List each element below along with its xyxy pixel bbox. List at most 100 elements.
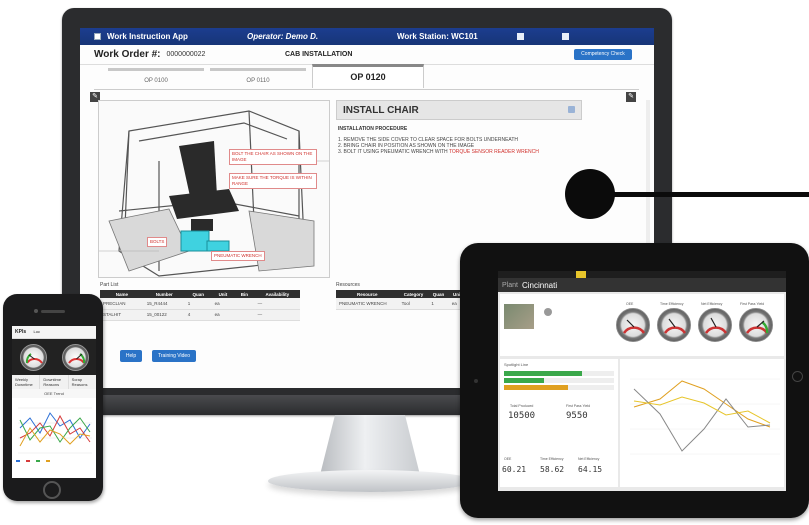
spotlight-panel: Spotlight Line Total Produced 10500 Firs… <box>500 359 618 487</box>
phone-chart-title: OEE Trend <box>12 389 96 398</box>
progress-bar-green <box>504 378 544 383</box>
tablet-screen: Plant Cincinnati OEE Time Efficiency Net… <box>498 271 786 491</box>
gauge-label-fpy: First Pass Yield <box>740 302 765 306</box>
avatar <box>544 308 552 316</box>
cell-unit: ea <box>211 309 235 321</box>
phone-header: KPIs Loc <box>12 326 96 339</box>
app-header: Work Instruction App Operator: Demo D. W… <box>80 28 654 45</box>
cell-bin <box>234 298 255 310</box>
plant-name: Cincinnati <box>521 280 558 290</box>
logout-icon[interactable] <box>562 33 569 40</box>
pointer-dot <box>565 169 615 219</box>
phone-subtitle: Loc <box>33 329 40 334</box>
procedure-text: 1. REMOVE THE SIDE COVER TO CLEAR SPACE … <box>336 137 582 155</box>
cell-category: Tool <box>398 298 429 310</box>
training-video-button[interactable]: Training Video <box>152 350 196 362</box>
tab-scrap-reasons[interactable]: Scrap Reasons <box>68 375 96 389</box>
gauge-net-efficiency <box>698 308 732 342</box>
col-quan: Quan <box>428 290 449 298</box>
col-availability: Availability <box>254 290 300 298</box>
gauge-label-net: Net Efficiency <box>701 302 723 306</box>
tablet-nav-bar <box>498 271 786 278</box>
plant-photo <box>504 304 534 329</box>
tablet-home-button[interactable] <box>792 371 803 382</box>
first-pass-label: First Pass Yield <box>566 404 591 408</box>
col-number: Number <box>143 290 185 298</box>
collapse-icon[interactable] <box>568 106 575 113</box>
phone-device: KPIs Loc Weekly Downtime Downtime Reason… <box>3 294 103 501</box>
pointer-line <box>612 192 809 197</box>
tab-weekly-downtime[interactable]: Weekly Downtime <box>12 375 40 389</box>
help-button[interactable]: Help <box>120 350 142 362</box>
net-eff-label: Net Efficiency <box>578 457 600 461</box>
gauge-time-efficiency <box>657 308 691 342</box>
procedure-label: INSTALLATION PROCEDURE <box>338 126 408 132</box>
cell-availability: — <box>254 298 300 310</box>
gauge-label-oee: OEE <box>626 302 634 306</box>
phone-gauges <box>12 339 96 375</box>
oee-label: OEE <box>504 457 512 461</box>
plant-header: Plant Cincinnati <box>498 278 786 292</box>
station-label: Work Station: WC101 <box>397 32 478 41</box>
gauge-oee <box>616 308 650 342</box>
oee-value: 60.21 <box>502 465 527 474</box>
marketing-collage: Work Instruction App Operator: Demo D. W… <box>0 0 809 525</box>
phone-camera <box>34 309 38 313</box>
time-eff-value: 58.62 <box>540 465 565 474</box>
table-row[interactable]: STALHIT 15_00122 4 ea — <box>100 309 300 321</box>
resources-label: Resources <box>336 282 360 288</box>
gauge-icon <box>19 343 47 371</box>
col-unit: Unit <box>211 290 235 298</box>
resources-header: Resource Category Quan Unit <box>336 290 466 298</box>
operation-tabs: OP 0100 OP 0110 OP 0120 <box>108 64 424 88</box>
phone-screen: KPIs Loc Weekly Downtime Downtime Reason… <box>12 326 96 478</box>
part-list-header: Name Number Quan Unit Bin Availability <box>100 290 300 298</box>
tab-op-0120[interactable]: OP 0120 <box>312 64 424 88</box>
instruction-title: INSTALL CHAIR <box>343 105 419 116</box>
table-row[interactable]: PRECLIAN 15_R4444 1 ea — <box>100 298 300 310</box>
col-name: Name <box>100 290 144 298</box>
cell-number: 15_R4444 <box>143 298 185 310</box>
cell-availability: — <box>254 309 300 321</box>
progress-bar-green <box>504 371 582 376</box>
tablet-trend-chart <box>620 359 784 487</box>
phone-tabs: Weekly Downtime Downtime Reasons Scrap R… <box>12 375 96 389</box>
cell-unit: ea <box>211 298 235 310</box>
competency-check-button[interactable]: Competency Check <box>574 49 632 60</box>
cell-number: 15_00122 <box>143 309 185 321</box>
col-quan: Quan <box>184 290 212 298</box>
instruction-header: INSTALL CHAIR <box>336 100 582 120</box>
instruction-image: BOLT THE CHAIR AS SHOWN ON THE IMAGE MAK… <box>98 100 330 278</box>
col-bin: Bin <box>234 290 255 298</box>
notification-icon[interactable] <box>517 33 524 40</box>
cell-name: STALHIT <box>100 309 144 321</box>
phone-legend <box>12 458 96 463</box>
cell-name: PRECLIAN <box>100 298 144 310</box>
home-button[interactable] <box>43 481 61 499</box>
expand-instruction-icon[interactable]: ✎ <box>626 92 636 102</box>
col-resource: Resource <box>336 290 399 298</box>
phone-trend-chart <box>12 398 96 458</box>
tab-op-0110[interactable]: OP 0110 <box>210 68 306 86</box>
procedure-highlight[interactable]: TORQUE SENSOR READER WRENCH <box>449 149 539 155</box>
total-produced-label: Total Produced <box>510 404 534 408</box>
total-produced-value: 10500 <box>508 411 536 421</box>
first-pass-value: 9550 <box>566 411 588 421</box>
active-nav-item[interactable] <box>576 271 586 278</box>
operator-label: Operator: Demo D. <box>247 32 319 41</box>
gauge-icon <box>61 343 89 371</box>
cell-quan: 4 <box>184 309 212 321</box>
cell-quan: 1 <box>428 298 449 310</box>
monitor-stand-base <box>268 470 473 492</box>
time-eff-label: Time Efficiency <box>540 457 564 461</box>
tab-downtime-reasons[interactable]: Downtime Reasons <box>40 375 68 389</box>
tab-op-0100[interactable]: OP 0100 <box>108 68 204 86</box>
gauge-first-pass-yield <box>739 308 773 342</box>
resources-table: Resource Category Quan Unit PNEUMATIC WR… <box>336 290 466 310</box>
gauge-label-time: Time Efficiency <box>660 302 684 306</box>
cell-quan: 1 <box>184 298 212 310</box>
table-row[interactable]: PNEUMATIC WRENCH Tool 1 ea <box>336 298 466 310</box>
work-order-value: 0000000022 <box>166 51 206 58</box>
cell-resource: PNEUMATIC WRENCH <box>336 298 399 310</box>
tablet-camera <box>474 379 478 383</box>
